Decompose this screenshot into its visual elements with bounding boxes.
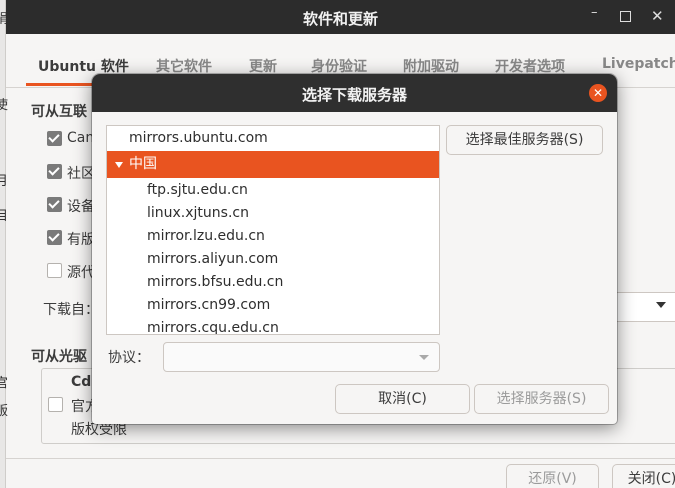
cancel-button[interactable]: 取消(C) <box>335 384 470 414</box>
tab-developer-options[interactable]: 开发者选项 <box>495 56 565 76</box>
server-item[interactable]: mirrors.aliyun.com <box>107 248 439 271</box>
tab-ubuntu-software[interactable]: Ubuntu 软件 <box>26 56 141 86</box>
internet-section-title: 可从互联 <box>31 104 87 120</box>
choose-server-button[interactable]: 选择服务器(S) <box>474 384 609 414</box>
protocol-label: 协议： <box>108 350 150 366</box>
server-item-main[interactable]: mirrors.ubuntu.com <box>107 127 439 150</box>
tab-additional-drivers[interactable]: 附加驱动 <box>403 56 459 76</box>
download-from-label: 下载自： <box>43 302 99 318</box>
server-item[interactable]: mirrors.cqu.edu.cn <box>107 317 439 334</box>
expander-arrow-icon[interactable] <box>115 162 123 168</box>
cdrom-section-title: 可从光驱 <box>31 349 87 365</box>
server-item[interactable]: linux.xjtuns.cn <box>107 202 439 225</box>
chevron-down-icon[interactable] <box>656 302 666 308</box>
protocol-combo[interactable] <box>163 342 440 372</box>
drivers-checkbox[interactable] <box>47 197 62 212</box>
tab-other-software[interactable]: 其它软件 <box>156 56 212 76</box>
restricted-checkbox-label: 有版 <box>67 232 95 248</box>
canonical-checkbox-label: Can <box>67 130 95 146</box>
edge-fragment: 目 <box>0 209 9 224</box>
dialog-title: 选择下载服务器 <box>301 86 407 104</box>
edge-fragment: 使 <box>0 98 9 113</box>
tab-livepatch[interactable]: Livepatch <box>602 56 675 72</box>
chevron-down-icon[interactable] <box>419 355 429 360</box>
source-code-checkbox[interactable] <box>47 263 62 278</box>
maximize-icon[interactable] <box>620 11 631 22</box>
select-best-server-button[interactable]: 选择最佳服务器(S) <box>446 125 603 155</box>
server-item[interactable]: ftp.sjtu.edu.cn <box>107 179 439 202</box>
dialog-titlebar[interactable]: 选择下载服务器 ✕ <box>92 74 617 112</box>
server-tree[interactable]: mirrors.ubuntu.com 中国 ftp.sjtu.edu.cn li… <box>106 125 440 335</box>
cdrom-checkbox[interactable] <box>48 397 63 412</box>
community-checkbox[interactable] <box>47 164 62 179</box>
edge-fragment: 宫 <box>0 376 9 391</box>
community-checkbox-label: 社区 <box>67 166 95 182</box>
edge-fragment: 月 <box>0 174 9 189</box>
minimize-icon[interactable]: – <box>591 5 598 20</box>
window-titlebar[interactable]: 软件和更新 – ✕ <box>6 0 675 34</box>
choose-server-dialog: 选择下载服务器 ✕ mirrors.ubuntu.com 中国 ftp.sjtu… <box>92 74 617 424</box>
server-group-label: 中国 <box>129 156 157 172</box>
server-item[interactable]: mirrors.cn99.com <box>107 294 439 317</box>
revert-button[interactable]: 还原(V) <box>506 464 599 488</box>
server-item[interactable]: mirrors.bfsu.edu.cn <box>107 271 439 294</box>
edge-fragment: 贩 <box>0 404 9 419</box>
source-code-checkbox-label: 源代 <box>67 265 95 281</box>
close-icon[interactable]: ✕ <box>651 7 664 25</box>
server-item[interactable]: mirror.lzu.edu.cn <box>107 225 439 248</box>
server-group-china[interactable]: 中国 <box>107 151 439 178</box>
canonical-checkbox[interactable] <box>47 131 62 146</box>
restricted-checkbox[interactable] <box>47 230 62 245</box>
tab-updates[interactable]: 更新 <box>249 56 277 76</box>
drivers-checkbox-label: 设备 <box>67 199 95 215</box>
tab-authentication[interactable]: 身份验证 <box>311 56 367 76</box>
window-title: 软件和更新 <box>302 10 378 28</box>
close-button[interactable]: 关闭(C) <box>612 464 675 488</box>
dialog-close-icon[interactable]: ✕ <box>589 84 607 102</box>
